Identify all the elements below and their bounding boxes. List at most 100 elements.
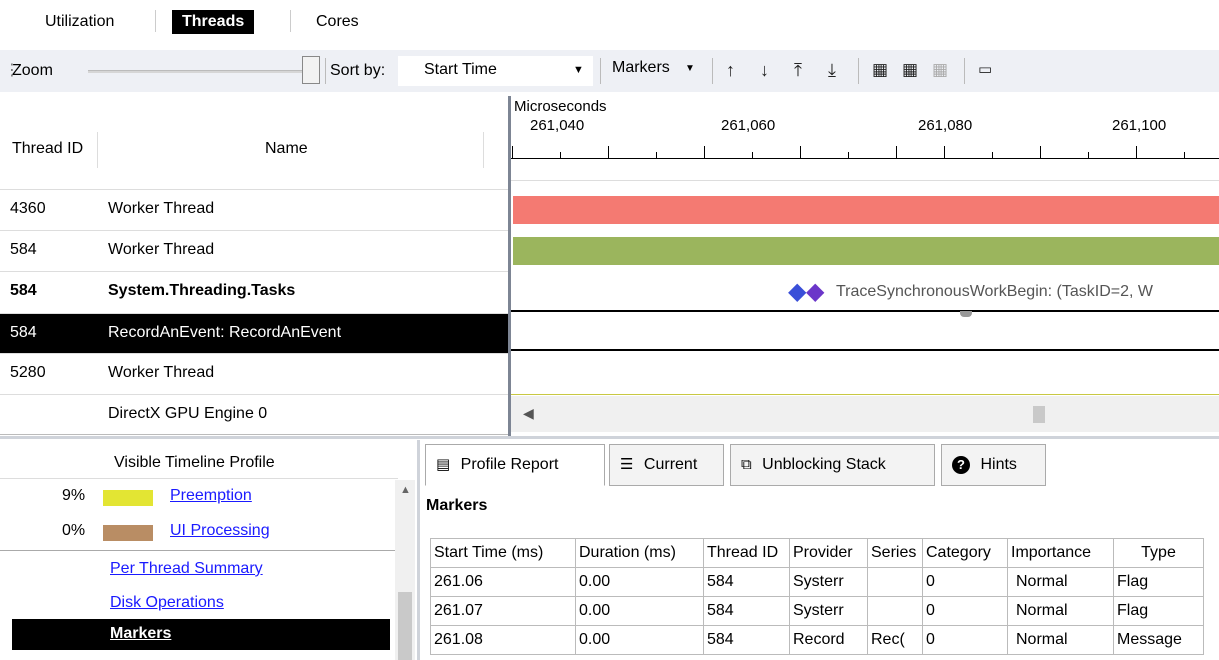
- zoom-slider-thumb[interactable]: [302, 56, 320, 84]
- move-to-top-icon[interactable]: ⤒: [794, 58, 802, 82]
- cell: Flag: [1113, 596, 1204, 626]
- row-divider: [511, 349, 1219, 351]
- column-header[interactable]: Importance: [1007, 538, 1114, 568]
- scrollbar-thumb[interactable]: [398, 592, 412, 660]
- table-row[interactable]: 261.06 0.00 584 Systerr 0 Normal Flag: [430, 567, 1204, 597]
- table-row[interactable]: 261.07 0.00 584 Systerr 0 Normal Flag: [430, 596, 1204, 626]
- cell: [867, 596, 923, 626]
- ruler-tick: [752, 152, 753, 158]
- column-header[interactable]: Type: [1113, 538, 1204, 568]
- tab-unblocking-stack[interactable]: ⧉ Unblocking Stack: [730, 444, 935, 486]
- tick-label: 261,060: [721, 117, 776, 134]
- execution-bar[interactable]: [513, 196, 1219, 224]
- marker-diamond-icon[interactable]: ◆: [806, 278, 824, 306]
- cell: Message: [1113, 625, 1204, 655]
- thread-id: 584: [10, 241, 37, 258]
- thread-row[interactable]: 5280 Worker Thread: [0, 353, 510, 394]
- tab-current[interactable]: ☰ Current: [609, 444, 724, 486]
- ruler-tick: [608, 146, 609, 158]
- zoom-label: Zoom: [12, 62, 53, 79]
- column-header[interactable]: Provider: [789, 538, 868, 568]
- tab-label: Profile Report: [460, 456, 559, 473]
- tab-profile-report[interactable]: ▤ Profile Report: [425, 444, 605, 486]
- tick-label: 261,100: [1112, 117, 1167, 134]
- column-header[interactable]: Category: [922, 538, 1008, 568]
- thread-row[interactable]: DirectX GPU Engine 0: [0, 394, 510, 435]
- cell: Normal: [1007, 625, 1114, 655]
- tick-label: 261,040: [530, 117, 585, 134]
- remove-filter-icon[interactable]: ▦: [902, 58, 918, 82]
- marker-label: TraceSynchronousWorkBegin: (TaskID=2, W: [836, 283, 1154, 300]
- divider: [600, 58, 601, 84]
- category-percent: 9%: [62, 487, 86, 504]
- tab-cores[interactable]: Cores: [308, 10, 367, 34]
- timeline-profile-panel: Visible Timeline Profile 9% Preemption 0…: [0, 440, 415, 660]
- move-to-bottom-icon[interactable]: ⤓: [828, 58, 836, 82]
- divider: [0, 478, 398, 479]
- pane-splitter[interactable]: [417, 440, 420, 660]
- view-tabs: Utilization Threads Cores: [0, 0, 1219, 40]
- cell: 0.00: [575, 625, 704, 655]
- ruler-tick: [1136, 146, 1137, 158]
- scrollbar-thumb[interactable]: [1033, 406, 1045, 423]
- vertical-scrollbar[interactable]: ▲: [395, 480, 415, 660]
- cell: 0: [922, 625, 1008, 655]
- column-header[interactable]: Thread ID: [703, 538, 790, 568]
- cell: 584: [703, 625, 790, 655]
- link-ui-processing[interactable]: UI Processing: [170, 522, 270, 540]
- markers-dropdown[interactable]: Markers ▼: [608, 56, 706, 84]
- thread-id: 584: [10, 324, 37, 341]
- tab-hints[interactable]: ? Hints: [941, 444, 1046, 486]
- tab-threads[interactable]: Threads: [172, 10, 255, 34]
- horizontal-scrollbar[interactable]: ◀: [511, 396, 1219, 432]
- marker-diamond-icon[interactable]: ◆: [788, 278, 806, 306]
- column-header[interactable]: Series: [867, 538, 923, 568]
- link-per-thread-summary[interactable]: Per Thread Summary: [110, 560, 263, 578]
- link-disk-operations[interactable]: Disk Operations: [110, 594, 224, 612]
- execution-bar[interactable]: [513, 237, 1219, 265]
- divider: [858, 58, 859, 84]
- thread-name: Worker Thread: [108, 241, 215, 258]
- thread-row[interactable]: 584 System.Threading.Tasks: [0, 271, 510, 312]
- thread-row[interactable]: 584 Worker Thread: [0, 230, 510, 271]
- sort-by-select[interactable]: Start Time ▼: [398, 56, 593, 86]
- tab-utilization[interactable]: Utilization: [37, 10, 122, 34]
- divider: [712, 58, 713, 84]
- arrow-up-icon[interactable]: ↑: [726, 58, 735, 82]
- thread-id-header[interactable]: Thread ID: [12, 140, 83, 158]
- category-swatch: [103, 525, 153, 541]
- scroll-left-icon[interactable]: ◀: [523, 405, 534, 422]
- pane-splitter[interactable]: [0, 436, 1219, 439]
- link-markers[interactable]: Markers: [110, 625, 171, 643]
- zoom-slider-track[interactable]: [88, 70, 318, 73]
- thread-name: Worker Thread: [108, 200, 215, 217]
- link-preemption[interactable]: Preemption: [170, 487, 252, 505]
- column-header[interactable]: Duration (ms): [575, 538, 704, 568]
- ruler-icon[interactable]: ▭: [978, 58, 992, 82]
- cell: 0.00: [575, 567, 704, 597]
- tab-label: Hints: [980, 456, 1017, 473]
- thread-name: RecordAnEvent: RecordAnEvent: [108, 324, 342, 341]
- pane-splitter[interactable]: [508, 96, 511, 436]
- ruler-baseline: [511, 158, 1219, 159]
- add-filter-icon[interactable]: ▦: [872, 58, 888, 82]
- selected-link-row[interactable]: Markers: [12, 619, 390, 650]
- name-header[interactable]: Name: [265, 140, 308, 158]
- table-row[interactable]: 261.08 0.00 584 Record Rec( 0 Normal Mes…: [430, 625, 1204, 655]
- divider: [964, 58, 965, 84]
- cell: [867, 567, 923, 597]
- column-header[interactable]: Start Time (ms): [430, 538, 576, 568]
- ruler-tick: [656, 152, 657, 158]
- cell: Systerr: [789, 567, 868, 597]
- ruler-tick: [800, 146, 801, 158]
- ruler-tick: [896, 146, 897, 158]
- clear-filter-icon[interactable]: ▦: [932, 58, 948, 82]
- cell: 261.07: [430, 596, 576, 626]
- timeline-pane[interactable]: Microseconds 261,040 261,060 261,080 261…: [508, 96, 1219, 436]
- thread-row-selected[interactable]: 584 RecordAnEvent: RecordAnEvent: [0, 313, 510, 354]
- scroll-up-icon[interactable]: ▲: [400, 484, 411, 496]
- cell: Record: [789, 625, 868, 655]
- ruler-tick: [944, 146, 945, 158]
- thread-row[interactable]: 4360 Worker Thread: [0, 189, 510, 230]
- arrow-down-icon[interactable]: ↓: [760, 58, 769, 82]
